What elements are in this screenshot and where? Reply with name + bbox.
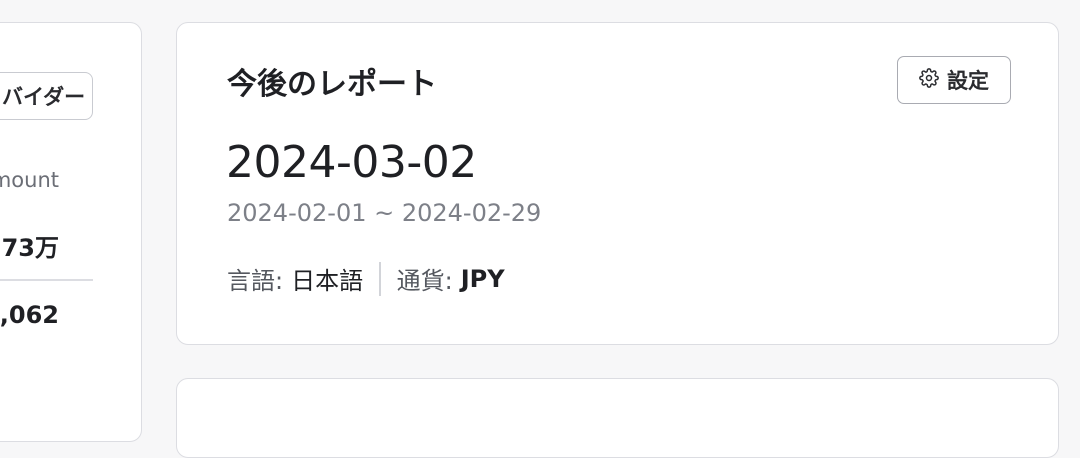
report-date: 2024-03-02 <box>226 137 477 188</box>
settings-button-label: 設定 <box>947 69 989 93</box>
provider-button-label: バイダー <box>2 85 86 109</box>
currency-value: JPY <box>460 264 505 293</box>
meta-divider <box>379 261 381 296</box>
provider-button[interactable]: バイダー <box>0 72 93 120</box>
amount-value: 73万 <box>1 234 59 262</box>
currency-label: 通貨: <box>396 267 453 295</box>
language-value: 日本語 <box>291 267 364 295</box>
upcoming-report-card: 今後のレポート 設定 2024-03-02 2024-02-01 ~ 2024-… <box>176 22 1059 345</box>
report-meta: 言語: 日本語 通貨: JPY <box>227 261 505 296</box>
card-title: 今後のレポート <box>227 67 437 102</box>
language-label: 言語: <box>227 267 284 295</box>
count-value: 4,062 <box>0 301 59 329</box>
gear-icon <box>919 67 939 93</box>
divider <box>0 279 93 281</box>
amount-label: mount <box>0 168 59 192</box>
settings-button[interactable]: 設定 <box>897 56 1011 104</box>
report-period: 2024-02-01 ~ 2024-02-29 <box>227 199 542 227</box>
next-card <box>176 378 1059 458</box>
summary-card: バイダー mount 73万 4,062 <box>0 22 142 442</box>
